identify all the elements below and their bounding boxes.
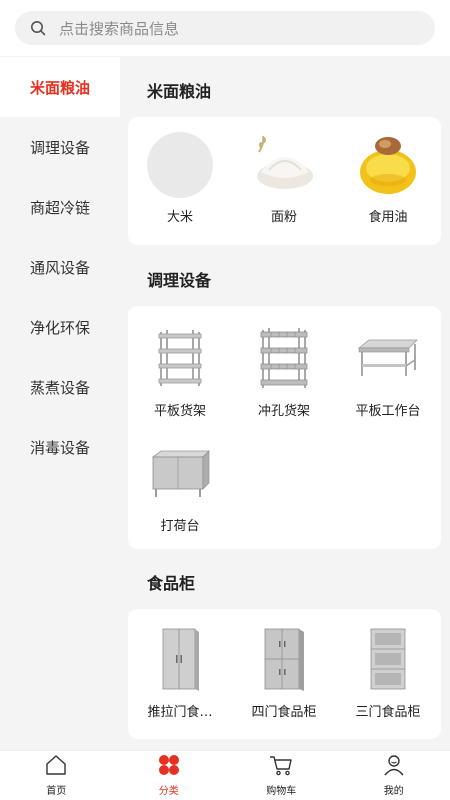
product-label: 食用油 [368,210,408,225]
flour-image [251,132,317,198]
sliding-door-cabinet-image [147,627,213,693]
category-content: 米面粮油 大米 面粉 食用油 调理设备 平板货架 冲孔货架 平板工作台 打荷台 … [120,57,450,750]
tab-category[interactable]: 分类 [113,751,226,800]
product-label: 打荷台 [160,519,200,534]
tab-home-label: 首页 [46,786,67,797]
product-label: 平板货架 [153,404,206,419]
section-title-food-cabinet: 食品柜 [147,574,196,593]
product-four-door-cabinet[interactable]: 四门食品柜 [232,627,336,720]
category-sidebar: 米面粮油 调理设备 商超冷链 通风设备 净化环保 蒸煮设备 消毒设备 [0,57,120,750]
profile-icon [382,754,406,780]
product-flat-shelf[interactable]: 平板货架 [128,326,232,419]
tab-cart[interactable]: 购物车 [225,751,338,800]
home-icon [44,754,68,780]
tab-profile-label: 我的 [383,786,404,797]
product-packing-table[interactable]: 打荷台 [128,441,232,534]
sidebar-item-purification[interactable]: 净化环保 [0,297,120,357]
product-label: 大米 [166,210,193,225]
product-label: 四门食品柜 [251,705,317,720]
product-sliding-door-cabinet[interactable]: 推拉门食… [128,627,232,720]
product-perforated-shelf[interactable]: 冲孔货架 [232,326,336,419]
section-title-grain-oil: 米面粮油 [147,82,212,101]
four-door-cabinet-image [251,627,317,693]
section-card-grain-oil: 大米 面粉 食用油 [128,117,441,245]
perforated-shelf-image [251,326,317,392]
search-bar[interactable]: 点击搜索商品信息 [15,11,435,45]
tab-profile[interactable]: 我的 [338,751,450,800]
section-card-food-cabinet: 推拉门食… 四门食品柜 三门食品柜 [128,609,441,739]
product-label: 平板工作台 [355,404,421,419]
product-flat-workbench[interactable]: 平板工作台 [336,326,440,419]
sidebar-item-supermarket-cold-chain[interactable]: 商超冷链 [0,177,120,237]
tab-home[interactable]: 首页 [0,751,113,800]
cooking-oil-image [355,132,421,198]
sidebar-item-grain-oil[interactable]: 米面粮油 [0,57,120,117]
flat-workbench-image [355,326,421,392]
cart-icon [269,754,293,780]
flat-shelf-image [147,326,213,392]
section-card-conditioning-equipment: 平板货架 冲孔货架 平板工作台 打荷台 [128,306,441,549]
search-icon [21,11,55,45]
product-flour[interactable]: 面粉 [232,132,336,225]
rice-image [147,132,213,198]
top-bar: 点击搜索商品信息 [0,0,450,56]
tab-cart-label: 购物车 [266,786,297,797]
section-title-conditioning-equipment: 调理设备 [147,271,212,290]
product-label: 三门食品柜 [355,705,421,720]
bottom-tab-bar: 首页 分类 购物车 我的 [0,750,450,800]
category-icon [157,754,181,780]
sidebar-item-ventilation-equipment[interactable]: 通风设备 [0,237,120,297]
search-input[interactable]: 点击搜索商品信息 [59,18,179,39]
three-door-cabinet-image [355,627,421,693]
product-cooking-oil[interactable]: 食用油 [336,132,440,225]
sidebar-item-disinfection-equipment[interactable]: 消毒设备 [0,417,120,477]
product-label: 面粉 [270,210,297,225]
product-three-door-cabinet[interactable]: 三门食品柜 [336,627,440,720]
sidebar-item-steaming-equipment[interactable]: 蒸煮设备 [0,357,120,417]
product-label: 冲孔货架 [257,404,310,419]
tab-category-label: 分类 [158,786,179,797]
sidebar-item-conditioning-equipment[interactable]: 调理设备 [0,117,120,177]
product-label: 推拉门食… [147,705,213,720]
product-rice[interactable]: 大米 [128,132,232,225]
packing-table-image [147,441,213,507]
